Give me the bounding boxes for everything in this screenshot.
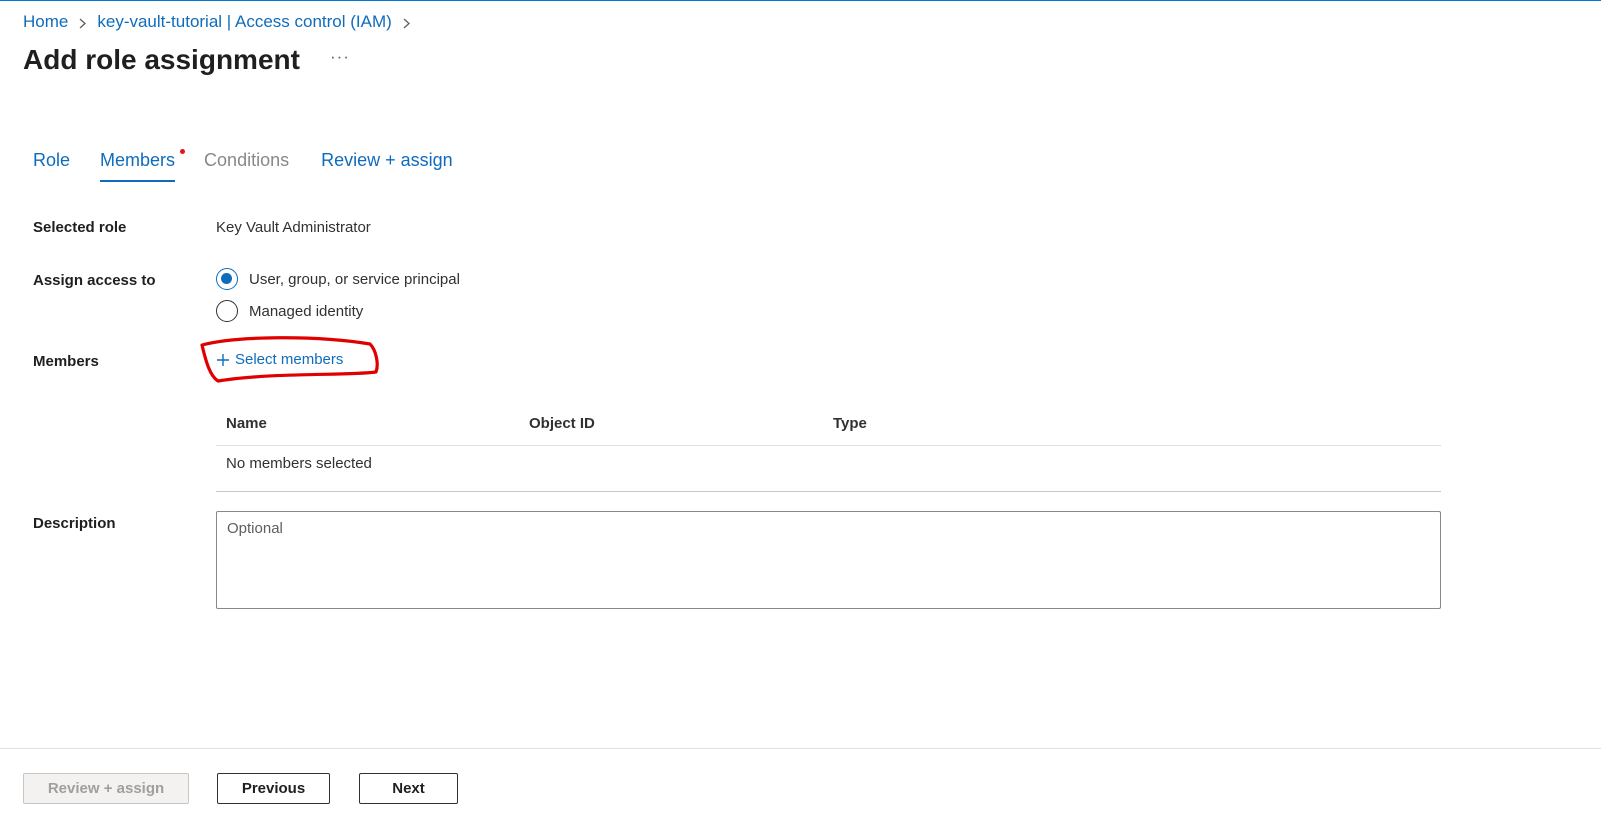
red-annotation-circle	[200, 336, 379, 383]
tab-review-assign[interactable]: Review + assign	[321, 145, 453, 182]
required-indicator-dot	[180, 149, 186, 154]
members-table: Name Object ID Type No members selected	[216, 410, 1441, 492]
title-row: Add role assignment ···	[23, 44, 350, 76]
radio-managed-identity[interactable]: Managed identity	[216, 300, 363, 322]
description-textarea[interactable]	[216, 511, 1441, 609]
previous-button[interactable]: Previous	[217, 773, 330, 804]
chevron-right-icon	[402, 18, 411, 28]
selected-role-label: Selected role	[33, 219, 127, 236]
footer-divider	[0, 748, 1601, 749]
table-empty-row: No members selected	[216, 446, 1441, 492]
selected-role-value: Key Vault Administrator	[216, 219, 371, 236]
review-assign-button: Review + assign	[23, 773, 189, 804]
tab-role[interactable]: Role	[33, 145, 70, 182]
tab-role-label: Role	[33, 150, 71, 170]
breadcrumb-home-link[interactable]: Home	[23, 12, 68, 32]
column-header-name: Name	[226, 415, 267, 432]
description-label: Description	[33, 515, 116, 532]
tab-conditions-label: Conditions	[204, 150, 290, 170]
column-header-object-id: Object ID	[529, 415, 595, 432]
radio-user-group-sp[interactable]: User, group, or service principal	[216, 268, 460, 290]
column-header-type: Type	[833, 415, 867, 432]
breadcrumb: Home key-vault-tutorial | Access control…	[23, 12, 421, 32]
radio-user-group-sp-label: User, group, or service principal	[249, 270, 460, 288]
tab-members-label: Members	[100, 150, 176, 170]
tab-review-assign-label: Review + assign	[321, 150, 453, 170]
members-label: Members	[33, 353, 99, 370]
wizard-tabs: Role Members Conditions Review + assign	[33, 145, 453, 182]
top-accent-line	[0, 0, 1601, 1]
assign-access-label: Assign access to	[33, 272, 156, 289]
chevron-right-icon	[78, 18, 87, 28]
tab-conditions: Conditions	[204, 145, 289, 182]
page: Home key-vault-tutorial | Access control…	[0, 0, 1601, 833]
more-options-button[interactable]: ···	[330, 47, 350, 73]
page-title: Add role assignment	[23, 44, 300, 75]
radio-unchecked-icon[interactable]	[216, 300, 238, 322]
radio-managed-identity-label: Managed identity	[249, 302, 364, 320]
next-button[interactable]: Next	[359, 773, 458, 804]
tab-members[interactable]: Members	[100, 145, 186, 182]
table-header-row: Name Object ID Type	[216, 410, 1441, 446]
radio-checked-icon[interactable]	[216, 268, 238, 290]
breadcrumb-resource-link[interactable]: key-vault-tutorial | Access control (IAM…	[97, 12, 391, 32]
